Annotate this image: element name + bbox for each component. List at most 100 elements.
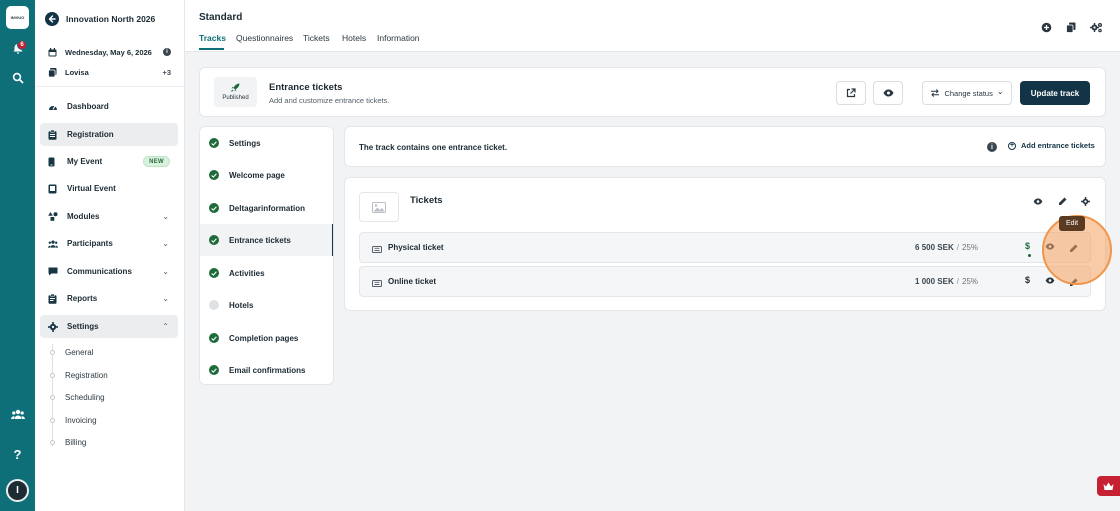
gauge-icon [48, 103, 58, 111]
info-icon[interactable]: i [987, 142, 997, 152]
step-email-confirmations[interactable]: Email confirmations [200, 354, 333, 384]
chevron-down-icon: ⌄ [162, 212, 169, 221]
step-label: Completion pages [229, 333, 299, 343]
gear-icon[interactable] [1079, 195, 1091, 207]
nav-item-reports[interactable]: Reports ⌄ [40, 287, 178, 310]
step-completion-pages[interactable]: Completion pages [200, 322, 333, 354]
new-badge: NEW [143, 156, 170, 167]
settings-sub-general[interactable]: General [65, 348, 93, 357]
tab-tickets[interactable]: Tickets [303, 33, 330, 43]
event-date-row[interactable]: Wednesday, May 6, 2026 i [35, 43, 185, 61]
nav-item-registration[interactable]: Registration [40, 123, 178, 146]
ticket-vat: 25% [961, 243, 978, 252]
gears-icon[interactable] [1089, 20, 1103, 34]
search-icon[interactable] [0, 72, 35, 84]
chevron-down-icon: ⌄ [162, 267, 169, 276]
page-title: Standard [199, 12, 243, 23]
tab-information[interactable]: Information [377, 33, 420, 43]
track-info-card: The track contains one entrance ticket. … [344, 126, 1106, 167]
step-settings[interactable]: Settings [200, 127, 333, 159]
nav-item-my-event[interactable]: My Event NEW [40, 150, 178, 173]
track-steps: Settings Welcome page Deltagarinformatio… [199, 126, 334, 385]
event-users-row[interactable]: Lovisa +3 [35, 63, 185, 81]
eye-icon[interactable] [1045, 277, 1055, 284]
step-welcome-page[interactable]: Welcome page [200, 159, 333, 191]
step-label: Welcome page [229, 170, 285, 180]
calendar-icon [48, 47, 58, 57]
ticket-price: 1 000 SEK [915, 277, 954, 286]
chat-icon [48, 267, 58, 276]
tablet-icon [48, 184, 58, 194]
open-external-button[interactable] [836, 81, 866, 105]
step-hotels[interactable]: Hotels [200, 289, 333, 321]
preview-button[interactable] [873, 81, 903, 105]
plus-circle-icon: + [1008, 141, 1016, 150]
back-arrow-icon[interactable] [45, 11, 59, 26]
chevron-up-icon: ⌃ [162, 322, 169, 331]
nav-item-label: Registration [67, 130, 114, 139]
nav-item-label: Participants [67, 239, 113, 248]
ticket-count-text: The track contains one entrance ticket. [359, 143, 508, 152]
dollar-icon[interactable]: $ [1025, 275, 1030, 285]
dollar-icon[interactable]: $ [1025, 241, 1030, 251]
add-entrance-tickets-label: Add entrance tickets [1021, 141, 1095, 150]
eye-icon[interactable] [1032, 195, 1044, 207]
nav-item-dashboard[interactable]: Dashboard [40, 95, 178, 118]
info-icon[interactable]: i [163, 48, 171, 56]
crown-icon [1103, 482, 1114, 490]
nav-item-modules[interactable]: Modules ⌄ [40, 205, 178, 228]
ticket-price: 6 500 SEK [915, 243, 954, 252]
ticket-row[interactable]: Online ticket 1 000 SEK/25% $ [359, 266, 1091, 297]
help-icon[interactable]: ? [0, 447, 35, 462]
pencil-icon[interactable] [1056, 195, 1068, 207]
pending-dot-icon [209, 300, 219, 310]
external-link-icon [846, 88, 856, 98]
status-label: Published [222, 95, 249, 101]
app-logo[interactable]: INVIUO [6, 6, 29, 29]
nav-item-participants[interactable]: Participants ⌄ [40, 232, 178, 255]
nav-item-settings[interactable]: Settings ⌃ [40, 315, 178, 338]
ticket-group-title: Tickets [410, 195, 443, 206]
settings-sub-invoicing[interactable]: Invoicing [65, 416, 97, 425]
step-label: Activities [229, 268, 265, 278]
step-label: Entrance tickets [229, 235, 291, 245]
user-avatar[interactable]: I [6, 479, 29, 502]
update-track-button[interactable]: Update track [1020, 81, 1090, 105]
nav-item-label: Modules [67, 212, 100, 221]
step-deltagarinformation[interactable]: Deltagarinformation [200, 192, 333, 224]
step-entrance-tickets[interactable]: Entrance tickets [200, 224, 333, 256]
nav-item-communications[interactable]: Communications ⌄ [40, 260, 178, 283]
tab-tracks[interactable]: Tracks [199, 33, 226, 43]
nav-item-virtual-event[interactable]: Virtual Event [40, 177, 178, 200]
settings-sub-billing[interactable]: Billing [65, 438, 86, 447]
tab-hotels[interactable]: Hotels [342, 33, 366, 43]
track-name: Entrance tickets [269, 82, 343, 93]
nav-item-label: Reports [67, 294, 98, 303]
add-entrance-tickets-link[interactable]: + Add entrance tickets [1008, 141, 1095, 150]
check-icon [209, 203, 219, 213]
team-icon[interactable] [0, 409, 35, 420]
tickets-group-card: Tickets Physical ticket 6 500 SEK/25% $ … [344, 177, 1106, 311]
image-placeholder-icon[interactable] [359, 192, 399, 222]
sidebar: Innovation North 2026 Wednesday, May 6, … [35, 0, 185, 511]
settings-sub-scheduling[interactable]: Scheduling [65, 393, 105, 402]
change-status-button[interactable]: Change status ⌄ [922, 81, 1012, 105]
ticket-price-info: 1 000 SEK/25% [915, 277, 978, 286]
event-date: Wednesday, May 6, 2026 [65, 47, 152, 57]
add-circle-icon[interactable] [1039, 20, 1053, 34]
user-extra-count: +3 [162, 67, 171, 77]
eye-icon [883, 89, 893, 97]
step-activities[interactable]: Activities [200, 257, 333, 289]
nav-item-label: My Event [67, 157, 103, 166]
notification-badge: 6 [17, 40, 27, 50]
status-badge: Published [214, 77, 257, 107]
crown-button[interactable] [1097, 476, 1120, 496]
page-header: Standard Tracks Questionnaires Tickets H… [185, 0, 1120, 52]
sidebar-header: Innovation North 2026 [35, 0, 185, 37]
tab-questionnaires[interactable]: Questionnaires [236, 33, 293, 43]
copy-icon[interactable] [1064, 20, 1078, 34]
ticket-row[interactable]: Physical ticket 6 500 SEK/25% $ [359, 232, 1091, 263]
settings-sub-registration[interactable]: Registration [65, 371, 108, 380]
app-rail: INVIUO 6 ? I [0, 0, 35, 511]
check-icon [209, 365, 219, 375]
